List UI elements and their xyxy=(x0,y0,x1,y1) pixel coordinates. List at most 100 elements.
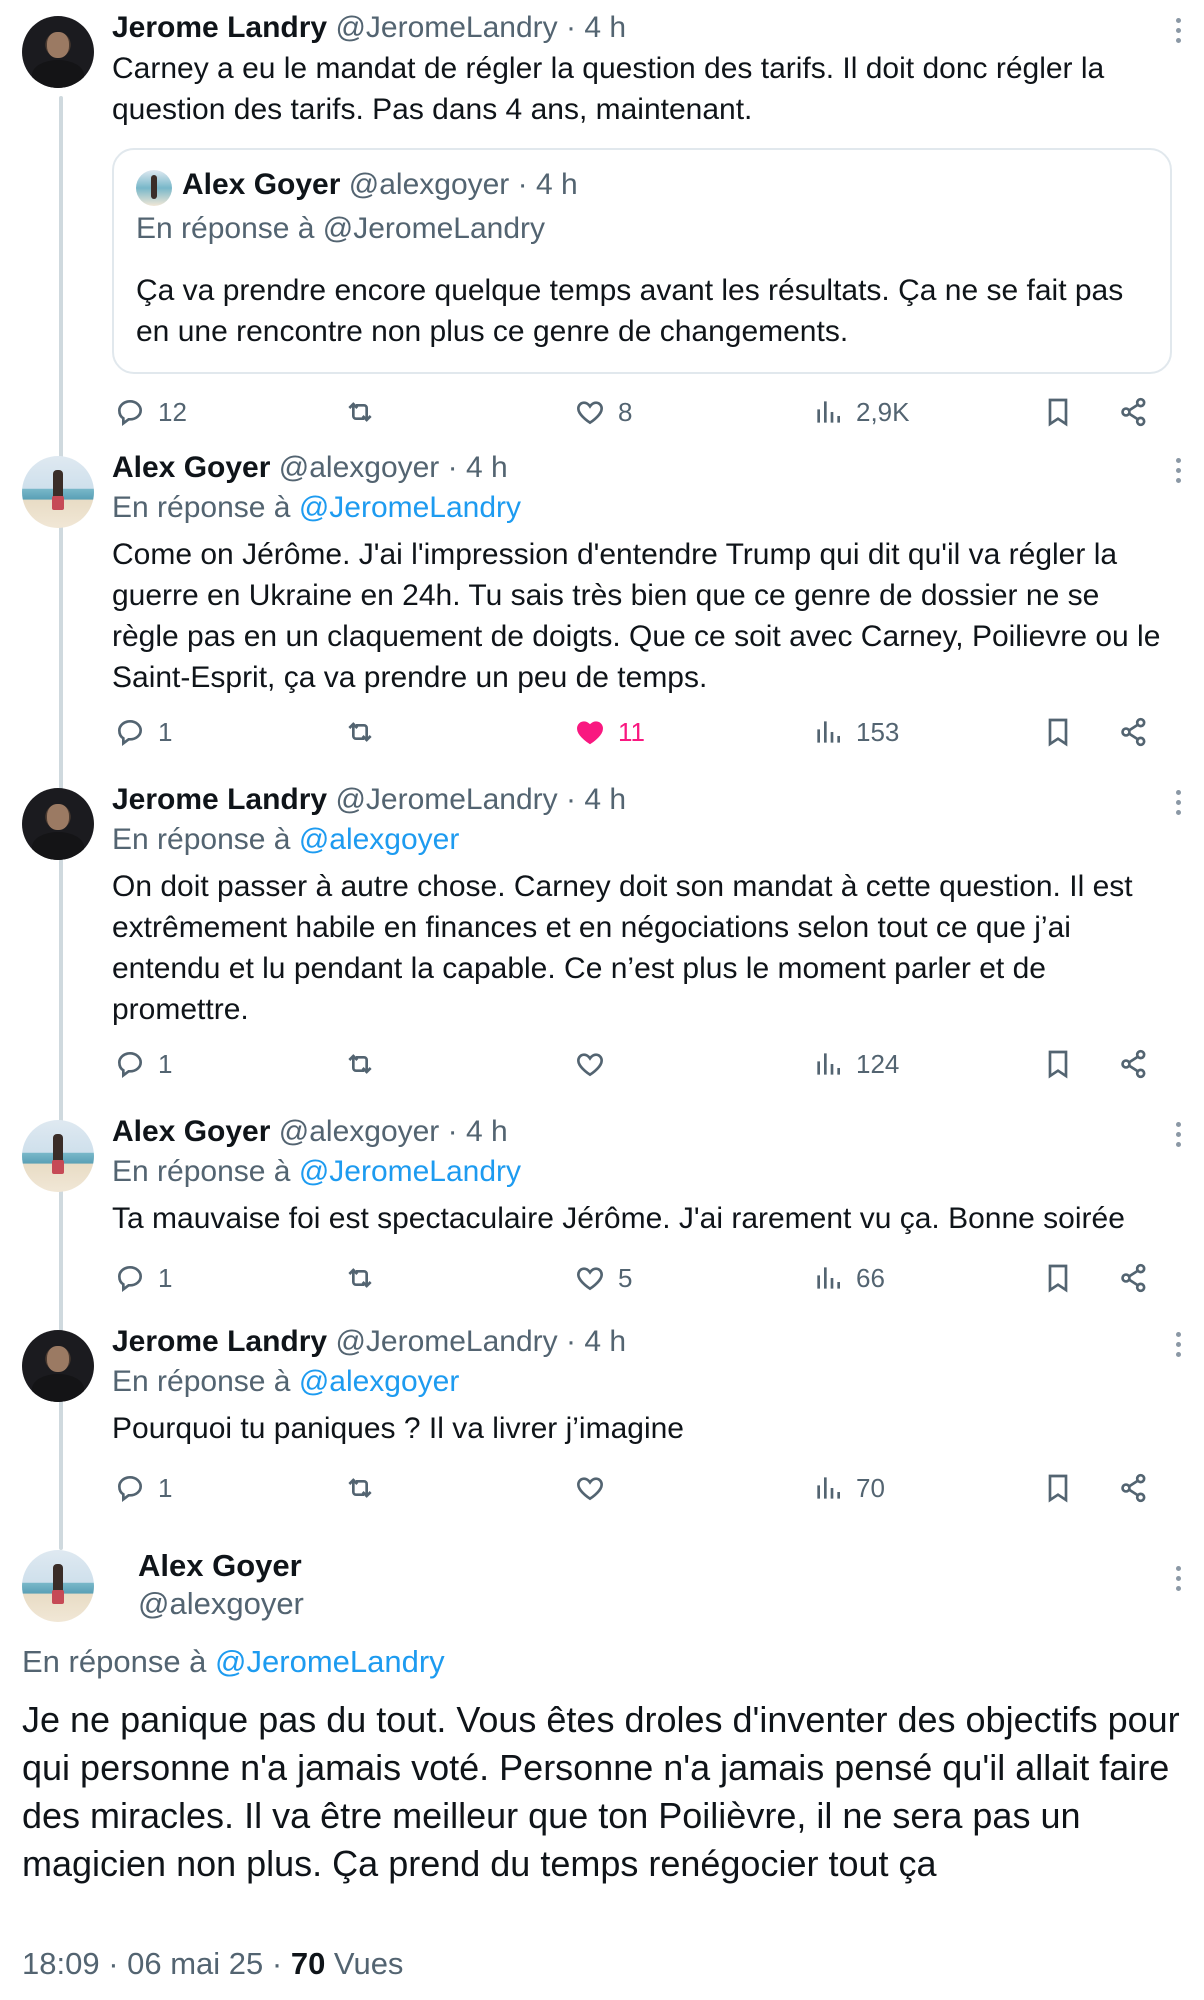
bookmark-button[interactable] xyxy=(1042,1044,1074,1084)
author-handle[interactable]: @alexgoyer xyxy=(279,451,440,484)
more-icon[interactable] xyxy=(1176,1566,1184,1596)
bookmark-button[interactable] xyxy=(1042,392,1074,432)
retweet-button[interactable] xyxy=(344,1468,388,1508)
more-icon[interactable] xyxy=(1176,1332,1184,1362)
quote-header: Alex Goyer @alexgoyer · 4 h xyxy=(182,168,578,202)
views-button[interactable]: 66 xyxy=(812,1258,885,1298)
more-icon[interactable] xyxy=(1176,458,1184,488)
retweet-button[interactable] xyxy=(344,392,388,432)
retweet-button[interactable] xyxy=(344,1044,388,1084)
reply-prefix: En réponse à xyxy=(112,823,291,856)
author-handle[interactable]: @JeromeLandry xyxy=(335,783,557,816)
action-bar: 1 124 xyxy=(112,1044,1162,1084)
reply-button[interactable]: 1 xyxy=(114,1258,172,1298)
reply-to-link[interactable]: @alexgoyer xyxy=(299,1365,460,1398)
reply-to-link[interactable]: @JeromeLandry xyxy=(299,491,521,524)
tweet-header: Alex Goyer @alexgoyer · 4 h xyxy=(112,1112,508,1152)
quote-author-name: Alex Goyer xyxy=(182,168,341,201)
tweet-time[interactable]: · 4 h xyxy=(566,11,626,44)
avatar[interactable] xyxy=(22,1120,94,1192)
avatar[interactable] xyxy=(22,456,94,528)
views-icon xyxy=(817,1267,840,1289)
quote-body: Ça va prendre encore quelque temps avant… xyxy=(136,274,1124,348)
views-count: 124 xyxy=(856,1048,900,1079)
share-button[interactable] xyxy=(1118,1044,1150,1084)
action-bar: 1 11 153 xyxy=(112,712,1162,752)
tweet-time[interactable]: · 4 h xyxy=(566,1325,626,1358)
reply-button[interactable]: 1 xyxy=(114,1468,172,1508)
bookmark-icon xyxy=(1048,718,1068,747)
views-icon xyxy=(817,401,840,423)
views-button[interactable]: 2,9K xyxy=(812,392,910,432)
tweet-body: Carney a eu le mandat de régler la quest… xyxy=(112,52,1105,126)
views-icon xyxy=(817,1053,840,1075)
reply-prefix: En réponse à xyxy=(112,491,291,524)
reply-to-link[interactable]: @JeromeLandry xyxy=(215,1644,445,1679)
reply-button[interactable]: 12 xyxy=(114,392,187,432)
author-handle[interactable]: @JeromeLandry xyxy=(335,11,557,44)
share-button[interactable] xyxy=(1118,712,1150,752)
like-button[interactable]: 8 xyxy=(574,392,632,432)
share-button[interactable] xyxy=(1118,392,1150,432)
avatar[interactable] xyxy=(22,1550,94,1622)
share-icon xyxy=(1121,1049,1146,1079)
author-name[interactable]: Jerome Landry xyxy=(112,11,327,44)
author-handle[interactable]: @alexgoyer xyxy=(138,1586,304,1622)
bookmark-button[interactable] xyxy=(1042,1258,1074,1298)
quote-avatar xyxy=(136,170,172,206)
tweet-time[interactable]: · 4 h xyxy=(448,1115,508,1148)
share-icon xyxy=(1121,717,1146,747)
bookmark-button[interactable] xyxy=(1042,712,1074,752)
timestamp[interactable]: 18:09 · 06 mai 25 · xyxy=(22,1946,291,1981)
share-icon xyxy=(1121,1263,1146,1293)
bookmark-icon xyxy=(1048,1474,1068,1503)
share-button[interactable] xyxy=(1118,1468,1150,1508)
avatar[interactable] xyxy=(22,16,94,88)
like-icon xyxy=(577,401,603,425)
author-name[interactable]: Alex Goyer xyxy=(112,451,270,484)
more-icon[interactable] xyxy=(1176,790,1184,820)
like-button[interactable] xyxy=(574,1044,618,1084)
reply-button[interactable]: 1 xyxy=(114,712,172,752)
reply-to-link[interactable]: @alexgoyer xyxy=(299,823,460,856)
tweet-time[interactable]: · 4 h xyxy=(566,783,626,816)
reply-icon xyxy=(117,719,143,746)
bookmark-icon xyxy=(1048,398,1068,427)
views-button[interactable]: 70 xyxy=(812,1468,885,1508)
like-button[interactable]: 11 xyxy=(574,712,645,752)
author-name[interactable]: Alex Goyer xyxy=(112,1115,270,1148)
views-button[interactable]: 153 xyxy=(812,712,899,752)
like-button[interactable]: 5 xyxy=(574,1258,632,1298)
reply-prefix: En réponse à xyxy=(112,1365,291,1398)
author-handle[interactable]: @alexgoyer xyxy=(279,1115,440,1148)
bookmark-icon xyxy=(1048,1264,1068,1293)
reply-icon xyxy=(117,399,143,426)
reply-count: 12 xyxy=(158,396,187,427)
reply-to-link[interactable]: @JeromeLandry xyxy=(299,1155,521,1188)
author-name[interactable]: Jerome Landry xyxy=(112,1325,327,1358)
views-button[interactable]: 124 xyxy=(812,1044,899,1084)
avatar[interactable] xyxy=(22,1330,94,1402)
avatar[interactable] xyxy=(22,788,94,860)
tweet-body: Ta mauvaise foi est spectaculaire Jérôme… xyxy=(112,1202,1125,1235)
author-name[interactable]: Alex Goyer xyxy=(138,1548,302,1584)
more-icon[interactable] xyxy=(1176,18,1184,48)
more-icon[interactable] xyxy=(1176,1122,1184,1152)
author-name[interactable]: Jerome Landry xyxy=(112,783,327,816)
reply-button[interactable]: 1 xyxy=(114,1044,172,1084)
retweet-button[interactable] xyxy=(344,712,388,752)
retweet-button[interactable] xyxy=(344,1258,388,1298)
reply-count: 1 xyxy=(158,1472,173,1503)
bookmark-button[interactable] xyxy=(1042,1468,1074,1508)
like-button[interactable] xyxy=(574,1468,618,1508)
action-bar: 12 8 2,9K xyxy=(112,392,1162,432)
bookmark-icon xyxy=(1048,1050,1068,1079)
action-bar: 1 70 xyxy=(112,1468,1162,1508)
views-count: 2,9K xyxy=(856,396,910,427)
views-icon xyxy=(817,721,840,743)
author-handle[interactable]: @JeromeLandry xyxy=(335,1325,557,1358)
tweet-time[interactable]: · 4 h xyxy=(448,451,508,484)
reply-icon xyxy=(117,1051,143,1078)
share-button[interactable] xyxy=(1118,1258,1150,1298)
quoted-tweet[interactable]: Alex Goyer @alexgoyer · 4 h En réponse à… xyxy=(112,148,1172,374)
